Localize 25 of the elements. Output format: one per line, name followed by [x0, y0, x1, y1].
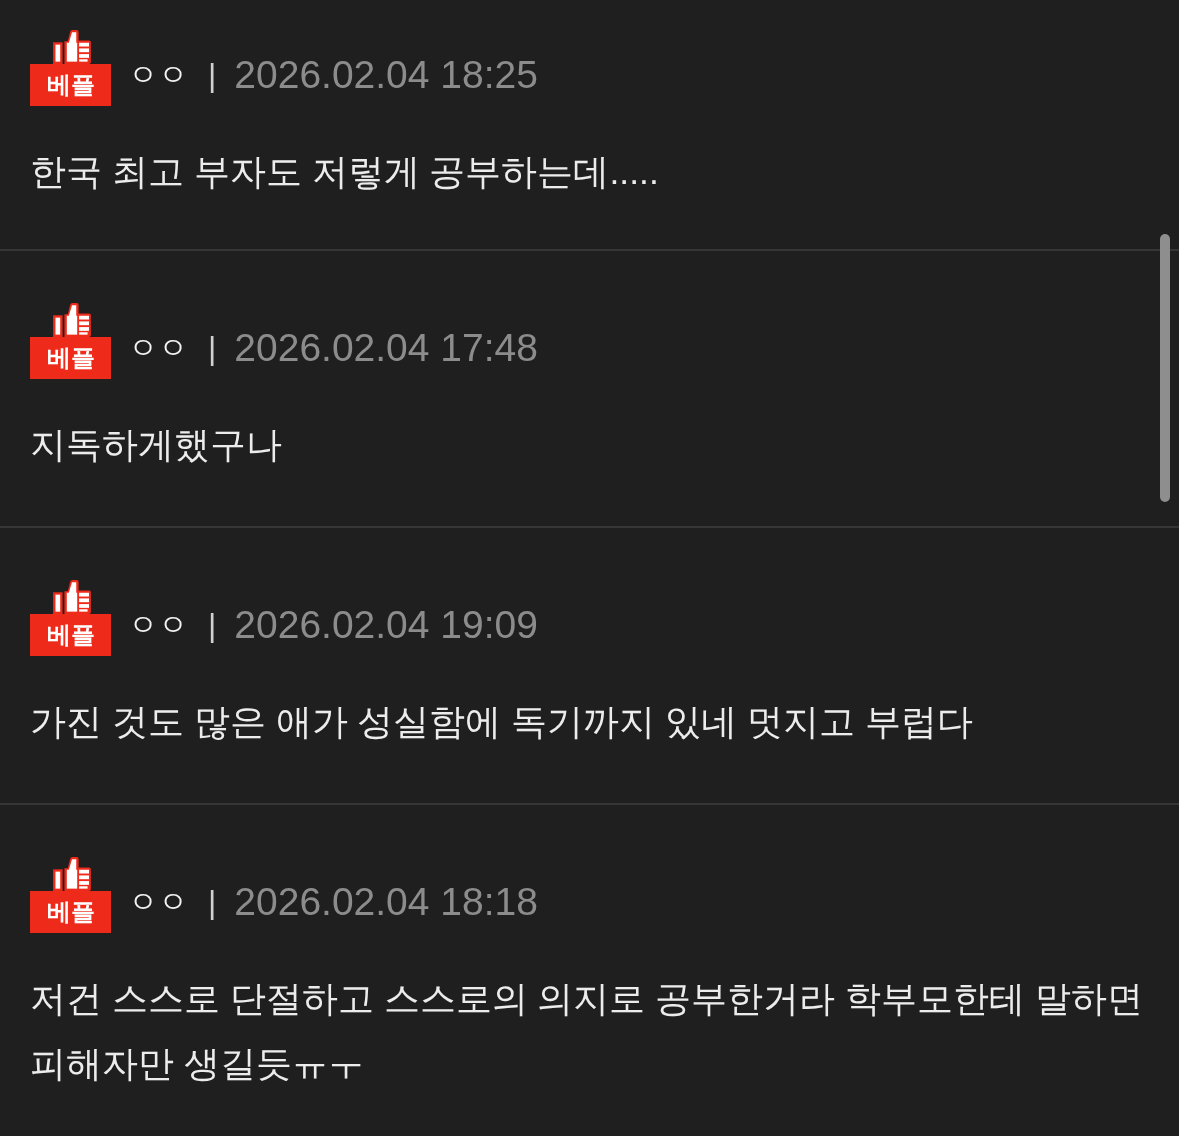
author-name: ㅇㅇ	[128, 57, 188, 93]
comment-date: 2026.02.04 19:09	[234, 603, 538, 647]
separator: |	[208, 329, 217, 368]
scrollbar-thumb[interactable]	[1160, 234, 1170, 502]
author-name: ㅇㅇ	[128, 607, 188, 643]
separator: |	[208, 56, 217, 95]
separator: |	[208, 606, 217, 645]
comment-date: 2026.02.04 18:25	[234, 53, 538, 97]
comment-text: 지독하게했구나	[30, 424, 283, 467]
thumbs-up-icon	[52, 580, 92, 614]
thumbs-up-icon	[52, 303, 92, 337]
comment-date: 2026.02.04 17:48	[234, 326, 538, 370]
comment-date: 2026.02.04 18:18	[234, 880, 538, 924]
separator: |	[208, 883, 217, 922]
author-name: ㅇㅇ	[128, 884, 188, 920]
thumbs-up-icon	[52, 857, 92, 891]
best-reply-badge: 베플	[30, 891, 111, 933]
thumbs-up-icon	[52, 30, 92, 64]
best-reply-badge: 베플	[30, 337, 111, 379]
comment-text: 가진 것도 많은 애가 성실함에 독기까지 있네 멋지고 부럽다	[30, 701, 974, 744]
best-reply-badge: 베플	[30, 64, 111, 106]
comment-text: 한국 최고 부자도 저렇게 공부하는데.....	[30, 151, 660, 194]
best-reply-badge: 베플	[30, 614, 111, 656]
comment-text: 저건 스스로 단절하고 스스로의 의지로 공부한거라 학부모한테 말하면 피해자만 생길듯ㅠㅜ	[30, 978, 1145, 1086]
author-name: ㅇㅇ	[128, 330, 188, 366]
